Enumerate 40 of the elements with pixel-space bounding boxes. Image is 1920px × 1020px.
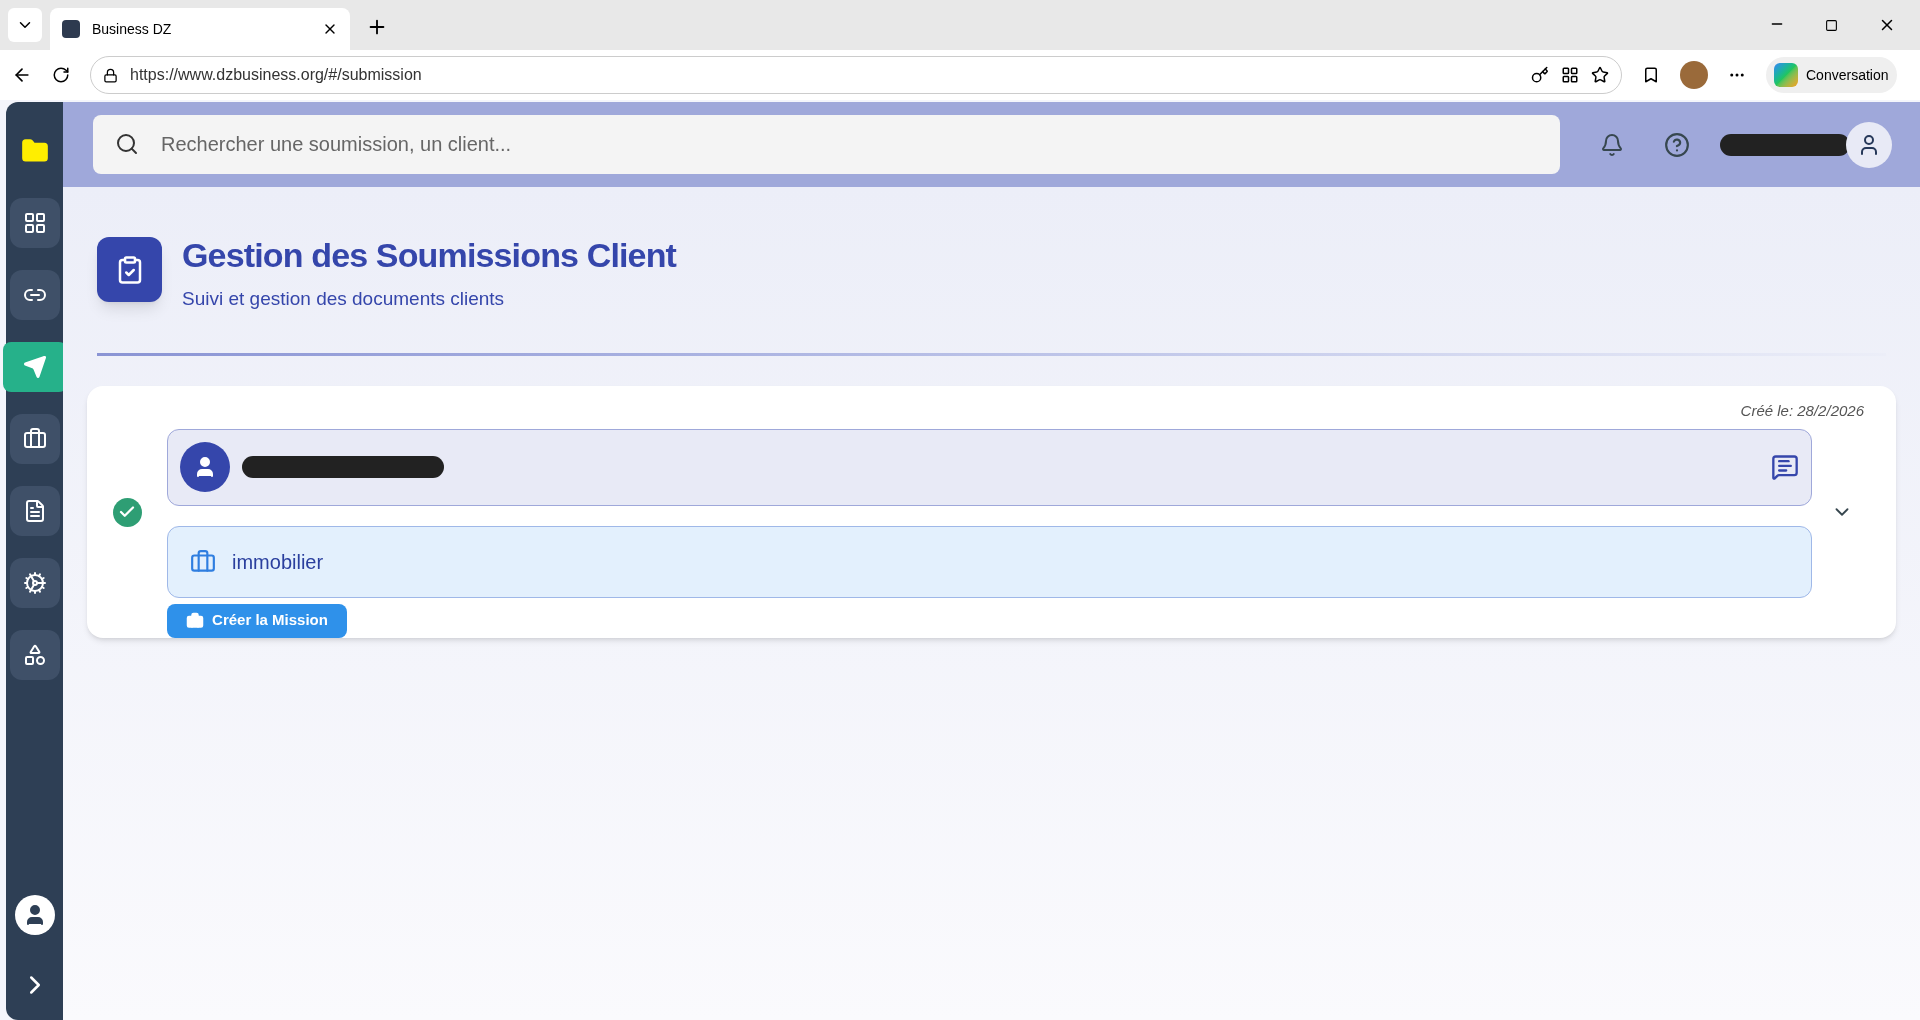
key-icon[interactable]	[1531, 66, 1549, 84]
url-text: https://www.dzbusiness.org/#/submission	[130, 65, 423, 85]
favicon-icon	[62, 20, 80, 38]
browser-tab[interactable]: Business DZ	[50, 8, 350, 50]
star-icon[interactable]	[1591, 66, 1609, 84]
search-field[interactable]: Rechercher une soumission, un client...	[93, 115, 1560, 174]
account-avatar[interactable]	[1846, 121, 1892, 168]
apps-icon[interactable]	[1561, 66, 1579, 84]
client-row[interactable]	[167, 428, 1812, 506]
folder-icon[interactable]	[20, 137, 49, 165]
reload-icon[interactable]	[52, 66, 70, 84]
briefcase-icon	[186, 611, 205, 630]
help-icon[interactable]	[1664, 131, 1690, 158]
dashboard-icon	[22, 211, 47, 235]
copilot-button[interactable]: Conversation	[1766, 57, 1897, 93]
lock-icon	[103, 67, 118, 83]
send-icon	[22, 355, 47, 379]
tab-title: Business DZ	[92, 19, 173, 39]
shapes-icon	[22, 643, 47, 667]
copilot-logo-icon	[1774, 63, 1798, 87]
comment-icon[interactable]	[1771, 453, 1799, 481]
search-icon	[115, 132, 139, 156]
profile-avatar[interactable]	[1680, 61, 1708, 89]
user-avatar[interactable]	[14, 895, 55, 935]
created-date: Créé le: 28/2/2026	[1740, 401, 1864, 421]
sidebar-item[interactable]	[9, 486, 60, 536]
sidebar-item[interactable]	[9, 558, 60, 608]
restore-icon[interactable]	[1825, 19, 1838, 32]
bell-icon[interactable]	[1600, 132, 1624, 157]
favorites-icon[interactable]	[1642, 66, 1660, 84]
sidebar-item[interactable]	[9, 414, 60, 464]
sidebar-item[interactable]	[9, 630, 60, 680]
briefcase-icon	[22, 427, 47, 451]
briefcase-icon	[190, 548, 216, 575]
page-title: Gestion des Soumissions Client	[182, 235, 677, 276]
page-subtitle: Suivi et gestion des documents clients	[182, 286, 506, 311]
sidebar-item[interactable]	[9, 270, 60, 320]
gear-icon	[22, 571, 47, 595]
service-name: immobilier	[232, 549, 324, 575]
sidebar-item[interactable]	[9, 198, 60, 248]
